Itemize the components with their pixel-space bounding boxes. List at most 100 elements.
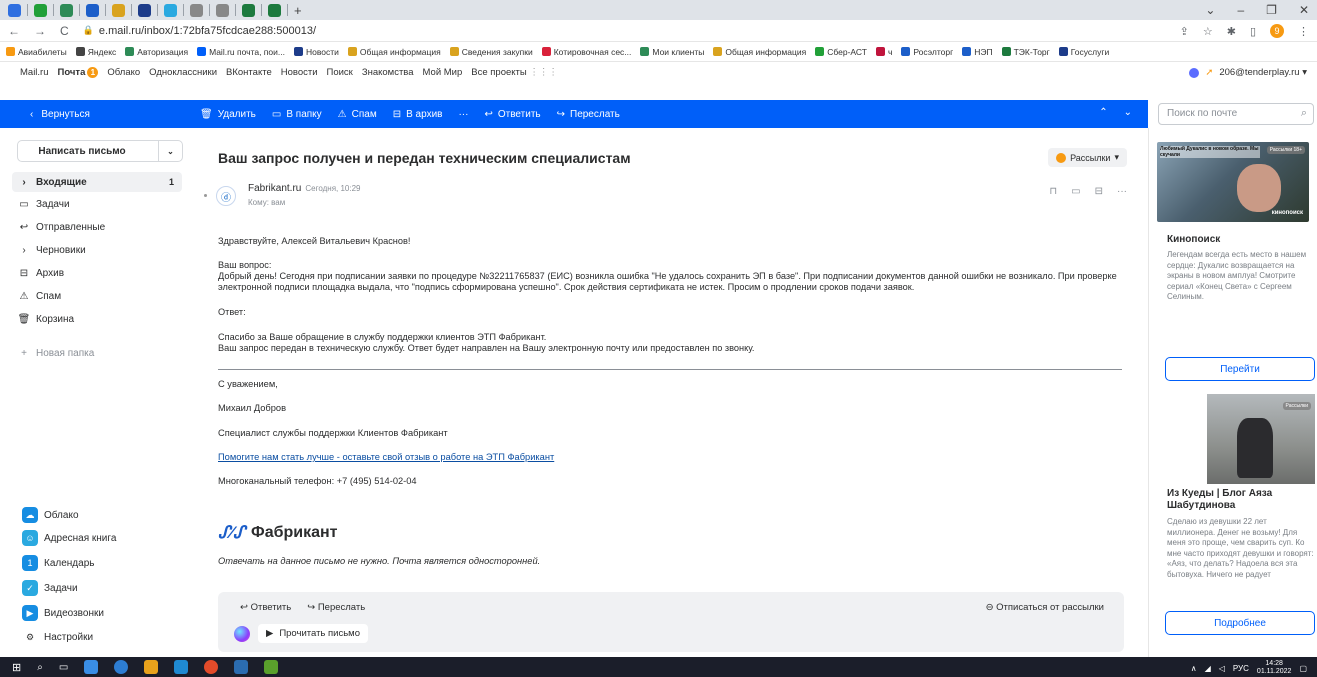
portal-link-mailru[interactable]: Mail.ru: [20, 67, 49, 78]
ad-title[interactable]: Из Куеды | Блог Аяза Шабутдинова: [1167, 488, 1307, 512]
bookmark-item[interactable]: Новости: [293, 47, 339, 57]
archive-button[interactable]: ⊟ В архив: [393, 109, 443, 120]
task-view-icon[interactable]: ▭: [59, 662, 68, 673]
sidebar-item-sent[interactable]: ↩ Отправленные: [18, 217, 178, 237]
bookmark-item[interactable]: Яндекс: [75, 47, 116, 57]
app-cloud[interactable]: ☁ Облако: [22, 506, 79, 524]
notifications-icon[interactable]: ▢: [1299, 664, 1307, 673]
bookmark-item[interactable]: Сбер-АСТ: [815, 47, 867, 57]
share-icon[interactable]: ⇪: [1180, 25, 1189, 38]
voice-assistant-icon[interactable]: [234, 625, 250, 642]
ad-go-button[interactable]: Перейти: [1165, 357, 1315, 381]
profile-avatar[interactable]: 9: [1270, 24, 1284, 38]
restore-button[interactable]: ❐: [1266, 3, 1277, 17]
footer-forward-button[interactable]: ↪ Переслать: [307, 602, 365, 613]
unsubscribe-button[interactable]: ⊖ Отписаться от рассылки: [986, 602, 1104, 613]
sender-name[interactable]: Fabrikant.ru: [248, 183, 301, 194]
portal-link-news[interactable]: Новости: [281, 67, 318, 78]
spam-button[interactable]: ⚠ Спам: [338, 109, 377, 120]
app-icon[interactable]: [174, 660, 189, 674]
clock[interactable]: 14:28 01.11.2022: [1257, 660, 1292, 676]
app-address-book[interactable]: ☺ Адресная книга: [22, 529, 116, 547]
compose-button[interactable]: Написать письмо ⌄: [17, 140, 183, 162]
portal-link-cloud[interactable]: Облако: [107, 67, 140, 78]
tab-icon[interactable]: [86, 3, 99, 17]
search-input[interactable]: Поиск по почте ⌕: [1158, 103, 1314, 125]
tab-icon[interactable]: [242, 3, 255, 17]
sidebar-item-drafts[interactable]: › Черновики: [18, 240, 178, 260]
read-aloud-button[interactable]: ▶ Прочитать письмо: [258, 624, 368, 643]
app-icon[interactable]: [144, 660, 159, 674]
bookmark-item[interactable]: Авиабилеты: [6, 47, 67, 57]
tab-icon[interactable]: [138, 3, 151, 17]
tab-icon[interactable]: [268, 3, 281, 17]
star-icon[interactable]: ☆: [1203, 25, 1213, 38]
reload-icon[interactable]: C: [60, 24, 69, 38]
mail-tab-icon[interactable]: [8, 3, 21, 17]
portal-link-vk[interactable]: ВКонтакте: [226, 67, 272, 78]
ad-image-blog[interactable]: Рассылки: [1207, 394, 1315, 484]
bookmark-item[interactable]: Mail.ru почта, пои...: [197, 47, 285, 57]
new-tab-button[interactable]: +: [294, 3, 302, 18]
back-button[interactable]: ‹ Вернуться: [0, 109, 200, 120]
portal-link-ok[interactable]: Одноклассники: [149, 67, 217, 78]
url-field[interactable]: e.mail.ru/inbox/1:72bfa75fcdcae288:50001…: [99, 25, 316, 37]
tab-icon[interactable]: [112, 3, 125, 17]
notifications-icon[interactable]: ➚: [1205, 67, 1213, 78]
bookmark-item[interactable]: Росэлторг: [901, 47, 953, 57]
app-calendar[interactable]: 1 Календарь: [22, 554, 94, 572]
chevron-up-icon[interactable]: ∧: [1191, 664, 1197, 673]
bookmark-item[interactable]: ч: [875, 47, 892, 57]
label-icon[interactable]: ▭: [1071, 186, 1080, 197]
portal-link-all-projects[interactable]: Все проекты ⋮⋮⋮: [471, 67, 558, 78]
ad-image-kinopoisk[interactable]: Любимый Дукалис в новом образе. Мы скуча…: [1157, 142, 1309, 222]
tab-search-chevron-icon[interactable]: ⌄: [1205, 3, 1215, 17]
bookmark-icon[interactable]: ⊓: [1049, 186, 1057, 197]
portal-link-mail[interactable]: Почта 1: [58, 66, 99, 78]
previous-message-button[interactable]: ⌃: [1099, 107, 1107, 118]
portal-link-search[interactable]: Поиск: [327, 67, 353, 78]
move-to-folder-button[interactable]: ▭ В папку: [272, 109, 322, 120]
close-button[interactable]: ✕: [1299, 3, 1309, 17]
portal-link-myworld[interactable]: Мой Мир: [423, 67, 463, 78]
app-tasks[interactable]: ✓ Задачи: [22, 579, 78, 597]
app-icon[interactable]: [114, 660, 129, 674]
assistant-icon[interactable]: [1189, 67, 1200, 78]
ad-more-button[interactable]: Подробнее: [1165, 611, 1315, 635]
tab-icon[interactable]: [34, 3, 47, 17]
sidebar-item-trash[interactable]: 🗑 Корзина: [18, 309, 178, 329]
bookmark-item[interactable]: Общая информация: [713, 47, 806, 57]
portal-link-dating[interactable]: Знакомства: [362, 67, 414, 78]
tab-icon[interactable]: [164, 3, 177, 17]
compose-dropdown-chevron-icon[interactable]: ⌄: [158, 141, 182, 161]
reply-button[interactable]: ↩ Ответить: [484, 109, 540, 120]
new-folder-button[interactable]: + Новая папка: [18, 343, 178, 363]
sidepanel-icon[interactable]: ▯: [1250, 25, 1256, 38]
bookmark-item[interactable]: Госуслуги: [1058, 47, 1109, 57]
ad-title[interactable]: Кинопоиск: [1167, 234, 1220, 245]
back-arrow-icon[interactable]: ←: [8, 24, 20, 38]
forward-arrow-icon[interactable]: →: [34, 24, 46, 38]
windows-start-icon[interactable]: ⊞: [12, 661, 21, 674]
app-settings[interactable]: ⚙ Настройки: [22, 628, 93, 646]
search-icon[interactable]: ⌕: [37, 662, 43, 673]
sidebar-item-inbox[interactable]: › Входящие 1: [12, 172, 182, 192]
feedback-link[interactable]: Помогите нам стать лучше - оставьте свой…: [218, 452, 554, 462]
more-icon[interactable]: ···: [1117, 186, 1127, 197]
bookmark-item[interactable]: Котировочная сес...: [541, 47, 631, 57]
bookmark-item[interactable]: НЭП: [962, 47, 993, 57]
unread-dot[interactable]: [204, 194, 207, 197]
network-icon[interactable]: ◢: [1205, 664, 1211, 673]
tab-icon[interactable]: [216, 3, 229, 17]
more-button[interactable]: ···: [458, 109, 468, 120]
app-icon[interactable]: [264, 660, 279, 674]
print-icon[interactable]: ⊟: [1095, 186, 1103, 197]
category-badge[interactable]: Рассылки ▾: [1048, 148, 1127, 167]
language-indicator[interactable]: РУС: [1233, 664, 1249, 673]
bookmark-item[interactable]: Авторизация: [125, 47, 188, 57]
footer-reply-button[interactable]: ↩ Ответить: [240, 602, 291, 613]
search-icon[interactable]: ⌕: [1301, 107, 1307, 120]
next-message-button[interactable]: ⌄: [1124, 107, 1132, 118]
extensions-icon[interactable]: ✱: [1227, 25, 1236, 38]
bookmark-item[interactable]: Общая информация: [347, 47, 441, 57]
